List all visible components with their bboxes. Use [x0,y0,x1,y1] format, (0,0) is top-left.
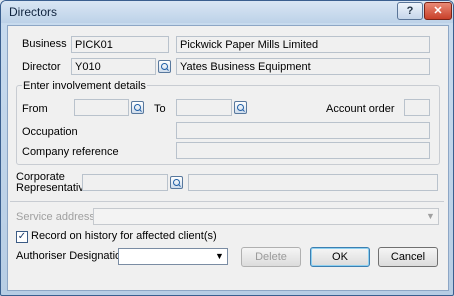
corporate-representative-lookup-icon[interactable] [170,176,183,189]
from-label: From [22,103,48,115]
help-button[interactable]: ? [397,2,423,20]
to-date-lookup-icon[interactable] [234,101,247,114]
directors-dialog: Directors ? ✕ Business PICK01 Pickwick P… [0,0,454,296]
business-name-field: Pickwick Paper Mills Limited [176,36,430,53]
corporate-representative-code-field[interactable] [82,174,168,191]
company-reference-label: Company reference [22,146,119,158]
chevron-down-icon: ▼ [426,211,435,221]
company-reference-field[interactable] [176,142,430,159]
director-label: Director [22,61,61,73]
director-code-field[interactable]: Y010 [71,58,156,75]
corporate-representative-label-line2: Representative [16,182,90,194]
dialog-body: Business PICK01 Pickwick Paper Mills Lim… [7,25,449,291]
ok-button[interactable]: OK [310,247,370,267]
close-button[interactable]: ✕ [424,2,452,20]
business-code-field[interactable]: PICK01 [71,36,169,53]
chevron-down-icon: ▼ [215,251,224,261]
service-address-label: Service address [16,211,95,223]
account-order-field[interactable] [404,99,430,116]
occupation-label: Occupation [22,126,78,138]
delete-button[interactable]: Delete [241,247,301,267]
cancel-button[interactable]: Cancel [378,247,438,267]
divider [10,201,444,202]
title-bar[interactable]: Directors ? ✕ [1,1,453,23]
occupation-field[interactable] [176,122,430,139]
to-label: To [154,103,166,115]
authoriser-designation-label: Authoriser Designation [16,250,128,262]
from-date-field[interactable] [74,99,129,116]
record-history-label: Record on history for affected client(s) [31,230,217,242]
to-date-field[interactable] [176,99,232,116]
involvement-legend: Enter involvement details [22,80,147,92]
record-history-checkbox[interactable]: ✓ [16,231,28,243]
director-lookup-icon[interactable] [158,60,171,73]
corporate-representative-name-field [188,174,438,191]
account-order-label: Account order [326,103,395,115]
business-label: Business [22,38,67,50]
from-date-lookup-icon[interactable] [131,101,144,114]
authoriser-designation-dropdown[interactable]: ▼ [118,248,228,265]
director-name-field: Yates Business Equipment [176,58,430,75]
window-title: Directors [9,5,58,19]
service-address-dropdown: ▼ [93,208,439,225]
